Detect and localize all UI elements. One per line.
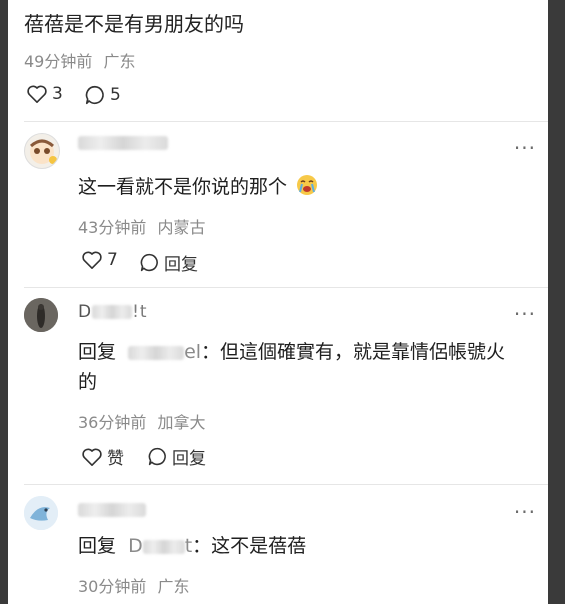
post-location: 广东 [103,52,136,71]
comment-time: 43分钟前 [78,218,147,237]
username-blurred[interactable]: D !t [78,302,148,322]
blurred-username [78,503,146,517]
more-options-button[interactable]: ··· [514,302,536,326]
comment-meta: 30分钟前 广东 [78,573,189,597]
comment-time: 30分钟前 [78,577,147,596]
comment-meta: 36分钟前 加拿大 [78,409,205,433]
reply-label: 回复 [164,255,198,275]
username-initial: D [78,302,93,322]
cartoon-avatar-icon [29,139,57,164]
comment-meta: 43分钟前 内蒙古 [78,214,205,238]
post-comment-count: 5 [110,85,121,105]
reply-label: 回复 [172,449,206,469]
comment-like-button[interactable]: 7 [81,250,118,270]
username-blurred[interactable] [78,500,146,520]
post-like-count: 3 [52,84,63,104]
blurred-username [92,305,133,319]
avatar[interactable] [24,298,58,332]
reply-target-suffix: el [184,341,202,363]
dark-figure-avatar-icon [24,298,58,332]
blurred-reply-target [142,539,185,554]
more-options-button[interactable]: ··· [514,500,536,524]
post-like-button[interactable]: 3 [26,84,63,104]
username-blurred[interactable] [78,133,168,153]
reply-prefix: 回复 [78,535,117,557]
comment-reply-button[interactable]: 回复 [147,444,206,469]
comment-icon [140,253,158,272]
more-options-button[interactable]: ··· [514,136,536,160]
divider [24,287,548,288]
comment-location: 内蒙古 [157,218,206,237]
reply-target-prefix: D [128,535,143,557]
like-label: 赞 [107,449,124,469]
post-comment-button[interactable]: 5 [84,84,121,106]
crying-face-emoji-icon [297,175,318,195]
avatar[interactable] [24,496,58,530]
comment-text: 回复 Dt：这不是蓓蓓 [78,531,306,561]
comment-text-content: ：这不是蓓蓓 [192,535,307,557]
post-time: 49分钟前 [24,52,93,71]
heart-icon [82,448,102,466]
comment-text-content: 这一看就不是你说的那个 [78,176,288,198]
comment-panel: 蓓蓓是不是有男朋友的吗 49分钟前 广东 3 5 ··· 这一看就不是你说的那个 [8,0,548,604]
divider [24,484,548,485]
comment-reply-button[interactable]: 回复 [139,250,198,275]
comment-like-count: 7 [107,250,118,270]
comment-icon [85,85,104,105]
comment-text: 这一看就不是你说的那个 [78,172,319,202]
comment-location: 广东 [157,577,190,596]
comment-location: 加拿大 [157,413,206,432]
heart-icon [82,251,102,269]
reply-prefix: 回复 [78,341,117,363]
post-meta: 49分钟前 广东 [24,48,135,72]
comment-icon [148,447,166,466]
bird-avatar-icon [24,496,58,530]
comment-text: 回复 el：但這個確實有，就是靠情侶帳號火的 [78,337,518,397]
blurred-username [78,136,168,150]
username-suffix: !t [132,302,148,322]
comment-time: 36分钟前 [78,413,147,432]
blurred-reply-target [128,345,185,360]
comment-like-button[interactable]: 赞 [81,444,124,469]
post-text: 蓓蓓是不是有男朋友的吗 [24,12,244,36]
divider [24,121,548,122]
avatar[interactable] [24,133,60,169]
heart-icon [27,85,47,103]
